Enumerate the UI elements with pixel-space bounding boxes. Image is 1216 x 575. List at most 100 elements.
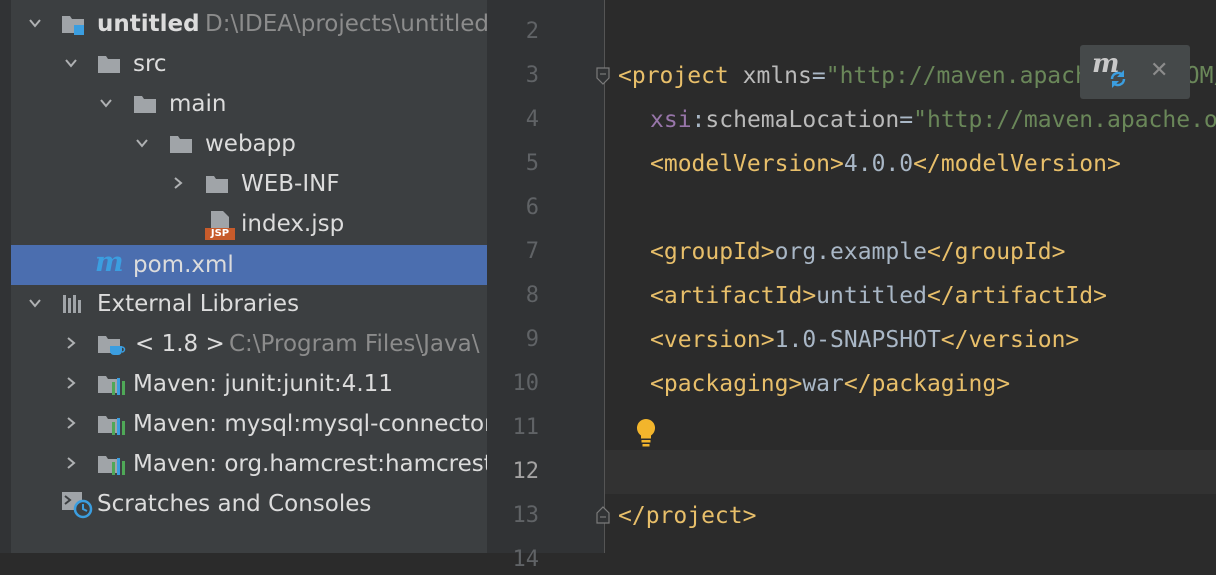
code-line: <packaging>war</packaging> [650, 369, 1010, 399]
xml-eq: = [811, 63, 826, 89]
tree-item-library[interactable]: Maven: org.hamcrest:hamcrest [0, 444, 487, 484]
xml-tag: <project [618, 63, 743, 89]
tree-item-label: < 1.8 > [135, 331, 225, 357]
xml-attr: xmlns [742, 63, 812, 89]
code-line: xsi:schemaLocation="http://maven.apache.… [650, 105, 1216, 135]
code-line: <modelVersion>4.0.0</modelVersion> [650, 149, 1121, 179]
tree-item-label: src [133, 51, 167, 77]
tree-item-main[interactable]: main [0, 84, 487, 124]
chevron-down-icon[interactable] [99, 96, 113, 110]
xml-attr: schemaLocation [705, 107, 900, 133]
maven-reload-icon[interactable]: m [1092, 49, 1128, 93]
line-number: 7 [525, 239, 539, 264]
lightbulb-icon[interactable] [634, 417, 658, 447]
line-number: 10 [512, 371, 540, 396]
line-number: 13 [512, 503, 540, 528]
chevron-down-icon[interactable] [64, 56, 78, 70]
line-number: 4 [525, 107, 539, 132]
xml-tag: <modelVersion> [650, 151, 844, 177]
refresh-icon [1110, 70, 1126, 88]
line-number: 11 [512, 415, 540, 440]
maven-file-icon: m [95, 247, 124, 278]
module-folder-icon [62, 16, 84, 35]
tree-item-webapp[interactable]: webapp [0, 124, 487, 164]
tree-item-label: Maven: mysql:mysql-connector [133, 411, 487, 437]
code-line: </project> [618, 501, 756, 531]
line-number: 9 [525, 327, 539, 352]
maven-reload-popup: m ✕ [1080, 45, 1190, 99]
tree-item-label: main [169, 91, 227, 117]
maven-library-icon [98, 376, 125, 395]
tree-item-untitled[interactable]: untitled D:\IDEA\projects\untitled [0, 4, 487, 44]
xml-text: untitled [816, 283, 927, 309]
current-line-highlight [605, 450, 1216, 494]
xml-tag: </artifactId> [926, 283, 1107, 309]
xml-tag: </modelVersion> [913, 151, 1121, 177]
chevron-right-icon[interactable] [171, 176, 185, 190]
tree-item-label: index.jsp [241, 211, 345, 237]
scratches-icon [62, 492, 93, 519]
tree-item-library[interactable]: Maven: junit:junit:4.11 [0, 364, 487, 404]
xml-tag: </packaging> [843, 371, 1011, 397]
tree-item-path: C:\Program Files\Java\ [229, 331, 480, 357]
tree-item-library[interactable]: Maven: mysql:mysql-connector [0, 404, 487, 444]
folder-icon [134, 96, 156, 113]
tree-item-label: WEB-INF [241, 171, 340, 197]
code-line: <version>1.0-SNAPSHOT</version> [650, 325, 1079, 355]
tree-item-label: pom.xml [133, 252, 234, 278]
line-number: 3 [525, 63, 539, 88]
code-line: <groupId>org.example</groupId> [650, 237, 1065, 267]
xml-colon: : [691, 107, 706, 133]
line-number-current: 12 [512, 459, 540, 484]
xml-tag: </groupId> [926, 239, 1066, 265]
tree-item-label: untitled [97, 11, 200, 37]
maven-library-icon [98, 456, 125, 475]
jsp-badge: JSP [210, 228, 230, 239]
tree-item-label: Maven: junit:junit:4.11 [133, 371, 393, 397]
folder-icon [170, 136, 192, 153]
chevron-right-icon[interactable] [64, 376, 78, 390]
line-number: 6 [525, 195, 539, 220]
xml-tag: <groupId> [650, 239, 775, 265]
xml-string: "http://maven.apache.org/POM/4.0.0" [913, 107, 1216, 133]
line-number: 2 [525, 19, 539, 44]
xml-eq: = [899, 107, 914, 133]
tree-item-path: D:\IDEA\projects\untitled [205, 11, 487, 37]
line-number: 5 [525, 151, 539, 176]
tree-item-web-inf[interactable]: WEB-INF [0, 164, 487, 204]
chevron-down-icon[interactable] [28, 296, 42, 310]
jdk-icon [98, 336, 126, 355]
chevron-down-icon[interactable] [28, 16, 42, 30]
maven-library-icon [98, 416, 125, 435]
tree-item-label: External Libraries [97, 291, 300, 317]
tree-item-label: Scratches and Consoles [97, 491, 372, 517]
xml-tag: <packaging> [650, 371, 803, 397]
folder-icon [206, 176, 228, 193]
chevron-right-icon[interactable] [64, 416, 78, 430]
tree-item-label: Maven: org.hamcrest:hamcrest [133, 451, 487, 477]
project-tree-panel: untitled D:\IDEA\projects\untitled src m… [0, 0, 487, 553]
tree-item-src[interactable]: src [0, 44, 487, 84]
line-number: 8 [525, 283, 539, 308]
tree-item-jdk[interactable]: < 1.8 > C:\Program Files\Java\ [0, 324, 487, 364]
xml-tag: <version> [650, 327, 775, 353]
chevron-down-icon[interactable] [135, 136, 149, 150]
code-line: <artifactId>untitled</artifactId> [650, 281, 1107, 311]
xml-tag: <artifactId> [650, 283, 817, 309]
tree-item-pom-xml[interactable]: m pom.xml [11, 245, 487, 285]
tree-item-index-jsp[interactable]: JSP index.jsp [0, 204, 487, 244]
xml-tag: </version> [940, 327, 1080, 353]
xml-text: org.example [774, 239, 927, 265]
tree-item-external-libraries[interactable]: External Libraries [0, 284, 487, 324]
xml-text: war [802, 371, 844, 397]
xml-namespace: xsi [650, 107, 692, 133]
tree-item-scratches[interactable]: Scratches and Consoles [0, 484, 487, 524]
tree-item-label: webapp [205, 131, 296, 157]
close-icon[interactable]: ✕ [1150, 57, 1168, 85]
chevron-right-icon[interactable] [64, 456, 78, 470]
library-icon [63, 295, 81, 313]
xml-text: 4.0.0 [843, 151, 914, 177]
line-number: 14 [512, 547, 540, 572]
xml-tag: </project> [618, 503, 757, 529]
chevron-right-icon[interactable] [64, 336, 78, 350]
